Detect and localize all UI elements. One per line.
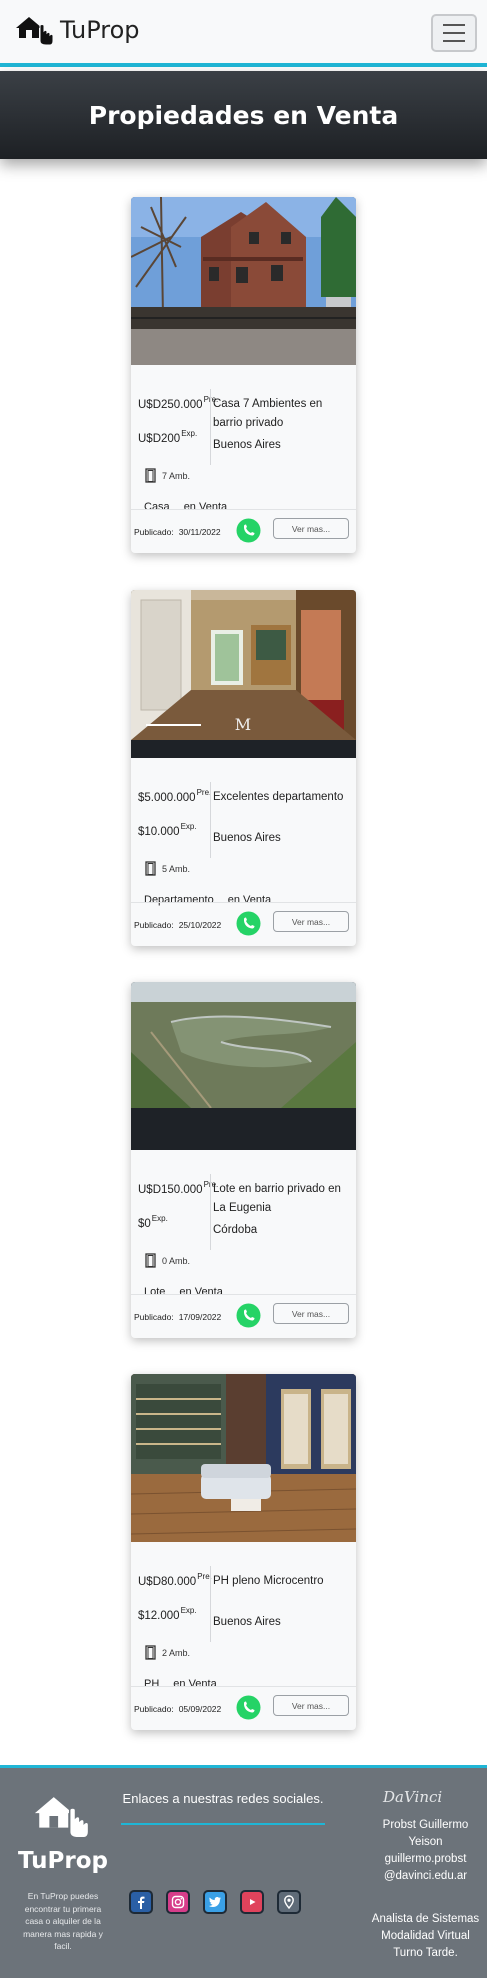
divider <box>210 389 211 465</box>
property-city: Buenos Aires <box>213 1616 281 1628</box>
property-title: PH pleno Microcentro <box>213 1575 324 1587</box>
view-more-button[interactable]: Ver mas... <box>273 518 349 539</box>
property-card: U$D150.000Pre. $0Exp. Lote en barrio pri… <box>131 982 356 1338</box>
property-title: Casa 7 Ambientes en barrio privado <box>213 398 323 429</box>
ambientes: 5 Amb. <box>162 864 191 874</box>
svg-text:M: M <box>235 715 251 734</box>
footer-description: En TuProp puedes encontrar tu primera ca… <box>23 1891 103 1951</box>
property-city: Buenos Aires <box>213 832 281 844</box>
author-name: Probst Guillermo Yeison <box>382 1819 469 1848</box>
page-title: Propiedades en Venta <box>88 100 399 130</box>
youtube-icon[interactable] <box>240 1890 264 1914</box>
navbar: TuProp <box>0 0 487 67</box>
door-icon <box>145 861 156 876</box>
published-date: 05/09/2022 <box>178 1704 222 1714</box>
property-photo[interactable]: M <box>131 590 356 758</box>
expensas: $12.000 <box>138 1610 180 1622</box>
door-icon <box>145 1645 156 1660</box>
author-email: guillermo.probst @davinci.edu.ar <box>383 1853 468 1882</box>
property-title: Excelentes departamento <box>213 791 344 803</box>
whatsapp-icon[interactable] <box>236 911 261 936</box>
twitter-icon[interactable] <box>203 1890 227 1914</box>
divider <box>210 782 211 858</box>
davinci-logo: DaVinci <box>383 1788 443 1806</box>
social-links <box>129 1890 301 1914</box>
property-photo[interactable] <box>131 982 356 1150</box>
divider <box>210 1174 211 1250</box>
published-date: 25/10/2022 <box>178 920 222 930</box>
property-photo[interactable] <box>131 1374 356 1542</box>
property-city: Buenos Aires <box>213 439 281 451</box>
ambientes: 2 Amb. <box>162 1648 191 1658</box>
view-more-button[interactable]: Ver mas... <box>273 1695 349 1716</box>
property-photo[interactable] <box>131 197 356 365</box>
course-info: Analista de Sistemas Modalidad Virtual T… <box>371 1913 480 1959</box>
door-icon <box>145 1253 156 1268</box>
price: $5.000.000 <box>138 792 196 804</box>
whatsapp-icon[interactable] <box>236 518 261 543</box>
divider <box>121 1823 325 1825</box>
price: U$D150.000 <box>138 1184 203 1196</box>
footer-brand: TuProp <box>17 1848 108 1874</box>
property-title: Lote en barrio privado en La Eugenia <box>213 1183 341 1214</box>
property-city: Córdoba <box>213 1224 258 1236</box>
price: U$D80.000 <box>138 1576 197 1588</box>
divider <box>210 1566 211 1642</box>
view-more-button[interactable]: Ver mas... <box>273 911 349 932</box>
expensas: $0 <box>138 1218 151 1230</box>
instagram-icon[interactable] <box>166 1890 190 1914</box>
price: U$D250.000 <box>138 399 203 411</box>
social-links-title: Enlaces a nuestras redes sociales. <box>122 1791 324 1806</box>
facebook-icon[interactable] <box>129 1890 153 1914</box>
door-icon <box>145 468 156 483</box>
brand-link[interactable]: TuProp <box>14 14 140 46</box>
page-header: Propiedades en Venta <box>0 71 487 159</box>
ambientes: 7 Amb. <box>162 471 191 481</box>
property-card: U$D80.000Pre. $12.000Exp. PH pleno Micro… <box>131 1374 356 1730</box>
property-card: U$D250.000Pre. U$D200Exp. Casa 7 Ambient… <box>131 197 356 553</box>
whatsapp-icon[interactable] <box>236 1303 261 1328</box>
whatsapp-icon[interactable] <box>236 1695 261 1720</box>
ambientes: 0 Amb. <box>162 1256 191 1266</box>
property-card: M $5.000.000Pre. $10.000Exp. Excelentes … <box>131 590 356 946</box>
published-date: 17/09/2022 <box>178 1312 222 1322</box>
menu-toggle-button[interactable] <box>431 14 477 52</box>
published-date: 30/11/2022 <box>178 527 221 537</box>
site-footer: TuProp En TuProp puedes encontrar tu pri… <box>0 1765 487 1978</box>
expensas: $10.000 <box>138 826 180 838</box>
view-more-button[interactable]: Ver mas... <box>273 1303 349 1324</box>
location-icon[interactable] <box>277 1890 301 1914</box>
brand-name: TuProp <box>60 16 140 44</box>
house-hand-icon <box>34 1797 90 1839</box>
expensas: U$D200 <box>138 433 181 445</box>
hamburger-icon <box>443 24 465 26</box>
house-hand-icon <box>16 17 54 46</box>
